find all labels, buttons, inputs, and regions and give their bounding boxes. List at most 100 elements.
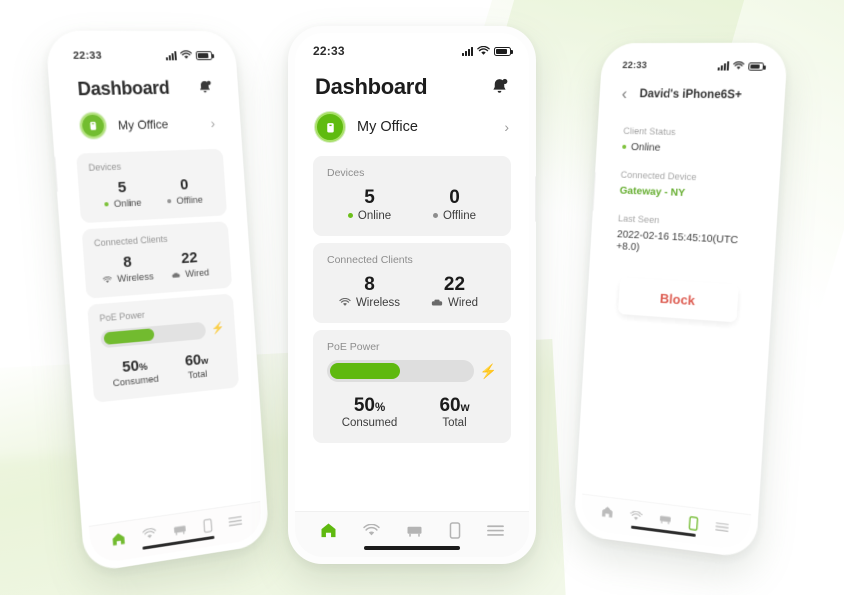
field-client-status: Client Status Online — [622, 126, 755, 156]
nav-item-wifi[interactable] — [363, 524, 380, 537]
field-label: Client Status — [622, 125, 677, 139]
card-title: PoE Power — [99, 309, 146, 324]
clients-card: Connected Clients 8 Wireless 22 Wired — [313, 242, 511, 323]
stat-value: 60w — [412, 394, 497, 418]
site-selector[interactable]: My Office › — [58, 108, 235, 154]
card-title: PoE Power — [327, 340, 380, 353]
nav-item-home[interactable] — [600, 505, 613, 519]
clients-stats: 8 Wireless 22 Wired — [95, 247, 221, 286]
phone-left-screen: 22:33 Dashboard My Office › Devices 5 On… — [53, 37, 263, 565]
field-connected-device: Connected Device Gateway - NY — [619, 170, 752, 202]
site-selector[interactable]: My Office › — [295, 110, 529, 156]
status-bar: 22:33 — [608, 50, 781, 74]
stat-offline: 0 Offline — [412, 186, 497, 222]
stat-offline: 0 Offline — [153, 175, 216, 208]
ethernet-icon — [431, 299, 443, 306]
battery-icon — [748, 61, 765, 71]
wifi-icon — [733, 61, 745, 70]
stat-consumed: 50% Consumed — [327, 394, 412, 430]
status-bar: 22:33 — [295, 33, 529, 60]
nav-item-home[interactable] — [320, 522, 337, 539]
card-title: Connected Clients — [93, 233, 168, 249]
stat-unit: % — [138, 360, 148, 373]
status-dot-online — [622, 144, 627, 149]
stat-online: 5 Online — [327, 186, 412, 222]
phone-center-side-button — [535, 176, 536, 222]
status-dot-offline — [432, 213, 438, 219]
signal-icon — [165, 50, 177, 60]
nav-item-clients[interactable] — [203, 518, 214, 533]
stat-label: Total — [442, 417, 467, 430]
field-value-text: Online — [630, 141, 661, 154]
stat-value: 8 — [364, 273, 375, 295]
stat-label-text: Wired — [184, 266, 210, 280]
bolt-icon: ⚡ — [211, 321, 225, 335]
building-icon — [79, 112, 107, 139]
battery-icon — [195, 50, 213, 60]
nav-item-more[interactable] — [228, 515, 243, 528]
stat-wireless: 8 Wireless — [95, 251, 160, 286]
stat-number: 60 — [439, 394, 461, 416]
chevron-left-icon[interactable]: ‹ — [621, 84, 628, 103]
nav-item-home[interactable] — [111, 530, 126, 546]
poe-bar-row: ⚡ — [100, 320, 225, 348]
bolt-icon: ⚡ — [479, 362, 497, 379]
block-button[interactable]: Block — [617, 277, 739, 323]
poe-progress-fill — [103, 328, 155, 345]
stat-label: Online — [91, 197, 155, 211]
nav-item-switch[interactable] — [659, 513, 672, 526]
clients-stats: 8 Wireless 22 Wired — [327, 273, 497, 309]
stat-wired: 22 Wired — [158, 247, 221, 281]
poe-card: PoE Power ⚡ 50% Consumed 60w Total — [87, 292, 240, 404]
stat-label-text: Wireless — [355, 296, 401, 309]
poe-progress-track — [327, 359, 474, 382]
nav-item-switch[interactable] — [406, 524, 423, 538]
dashboard-header: Dashboard — [295, 60, 529, 110]
stat-total: 60w Total — [165, 348, 228, 384]
devices-stats: 5 Online 0 Offline — [327, 186, 497, 222]
stat-total: 60w Total — [412, 394, 497, 430]
nav-item-clients[interactable] — [449, 522, 461, 539]
signal-icon — [717, 61, 730, 71]
stat-unit: % — [374, 401, 386, 414]
nav-item-more[interactable] — [715, 521, 730, 533]
stat-label: Wireless — [327, 297, 412, 309]
ethernet-icon — [172, 272, 180, 278]
dashboard-cards: Devices 5 Online 0 Offline Connected Cli… — [295, 156, 529, 444]
stat-label: Offline — [412, 210, 497, 222]
stat-number: 50 — [353, 394, 375, 416]
poe-bar-row: ⚡ — [327, 359, 497, 382]
bell-icon[interactable] — [197, 79, 213, 96]
status-time: 22:33 — [313, 44, 345, 58]
stat-value: 22 — [443, 273, 466, 295]
wifi-icon — [339, 298, 351, 306]
detail-header: ‹ David's iPhone6S+ — [606, 73, 779, 108]
detail-body: Client Status Online Connected Device Ga… — [593, 106, 776, 325]
page-title: Dashboard — [76, 77, 171, 100]
page-title: Dashboard — [315, 74, 428, 99]
stat-consumed: 50% Consumed — [102, 354, 167, 391]
devices-card: Devices 5 Online 0 Offline — [76, 148, 228, 223]
status-dot-online — [104, 202, 109, 207]
wifi-icon — [477, 46, 490, 55]
stat-label-text: Offline — [442, 209, 477, 222]
signal-icon — [462, 46, 473, 56]
nav-item-switch[interactable] — [173, 522, 187, 536]
nav-item-clients[interactable] — [688, 515, 699, 530]
phone-left: 22:33 Dashboard My Office › Devices 5 On… — [45, 30, 270, 574]
bell-icon[interactable] — [490, 77, 509, 97]
nav-item-wifi[interactable] — [142, 527, 157, 540]
nav-item-more[interactable] — [487, 524, 504, 537]
stat-value: 0 — [449, 187, 460, 208]
stat-value: 50% — [327, 394, 412, 418]
nav-item-wifi[interactable] — [629, 510, 642, 522]
status-icons — [462, 46, 513, 56]
stat-label-text: Wireless — [116, 270, 155, 285]
card-title: Connected Clients — [327, 253, 413, 266]
stat-label: Online — [327, 210, 412, 222]
poe-progress-track — [100, 321, 207, 348]
poe-stats: 50% Consumed 60w Total — [327, 394, 497, 430]
detail-title: David's iPhone6S+ — [639, 87, 743, 101]
phone-center-screen: 22:33 Dashboard My Office › Devices 5 On… — [295, 33, 529, 557]
poe-stats: 50% Consumed 60w Total — [102, 348, 228, 390]
